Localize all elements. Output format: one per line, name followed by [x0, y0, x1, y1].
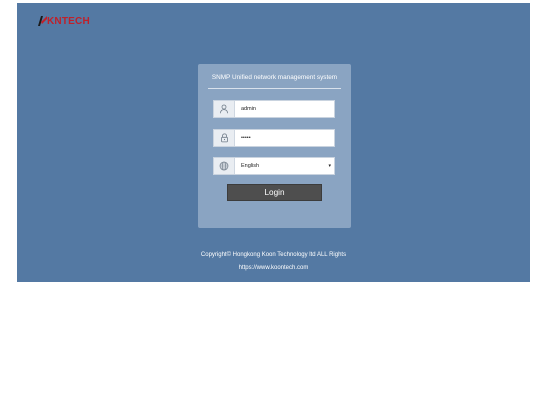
- username-value[interactable]: admin: [235, 101, 334, 117]
- globe-icon: [214, 158, 235, 174]
- lock-icon: [214, 130, 235, 146]
- language-selected-label: English: [241, 163, 260, 169]
- footer-url-link[interactable]: https://www.koontech.com: [17, 265, 530, 271]
- username-field[interactable]: admin: [213, 100, 335, 118]
- chevron-down-icon[interactable]: ▾: [328, 163, 331, 169]
- footer-copyright: Copyright© Hongkong Koon Technology ltd …: [200, 252, 347, 258]
- logo-text: KNTECH: [47, 15, 90, 27]
- login-page-background: KNTECH SNMP Unified network management s…: [17, 3, 530, 282]
- password-value[interactable]: •••••: [235, 130, 334, 146]
- brand-logo: KNTECH: [37, 14, 90, 28]
- panel-divider: [208, 88, 341, 89]
- panel-title: SNMP Unified network management system: [211, 74, 338, 81]
- password-field[interactable]: •••••: [213, 129, 335, 147]
- language-select-value[interactable]: English ▾: [235, 158, 334, 174]
- login-button[interactable]: Login: [227, 184, 322, 201]
- language-select[interactable]: English ▾: [213, 157, 335, 175]
- login-panel: SNMP Unified network management system a…: [198, 64, 351, 228]
- user-icon: [214, 101, 235, 117]
